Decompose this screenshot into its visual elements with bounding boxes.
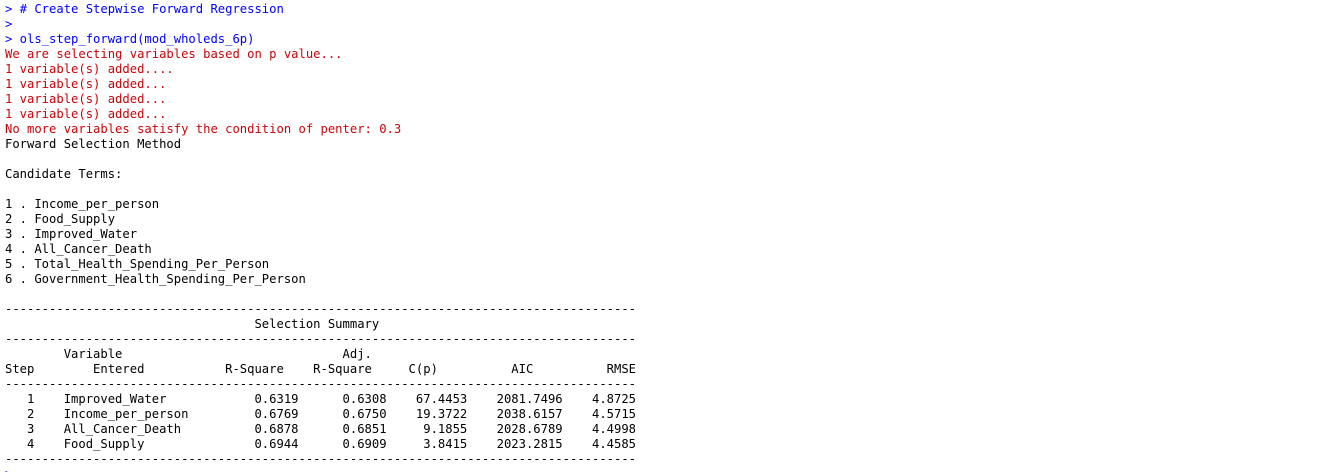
console-output-line: Step Entered R-Square R-Square C(p) AIC … bbox=[5, 362, 637, 376]
console-input-line: > ols_step_forward(mod_wholeds_6p) bbox=[5, 32, 255, 46]
console-output-line: 6 . Government_Health_Spending_Per_Perso… bbox=[5, 272, 306, 286]
console-output-line: ----------------------------------------… bbox=[5, 302, 637, 316]
console-output-line: Selection Summary bbox=[5, 317, 380, 331]
console-input-line: > bbox=[5, 17, 13, 31]
console-output-line: ----------------------------------------… bbox=[5, 452, 637, 466]
console-output-line: 4 . All_Cancer_Death bbox=[5, 242, 152, 256]
console-message-line: We are selecting variables based on p va… bbox=[5, 47, 343, 61]
console-output-line: ----------------------------------------… bbox=[5, 332, 637, 346]
console-input-line: > bbox=[5, 467, 1318, 472]
console-output-line: Forward Selection Method bbox=[5, 137, 182, 151]
console-output-line: Variable Adj. bbox=[5, 347, 372, 361]
console-message-line: 1 variable(s) added... bbox=[5, 77, 167, 91]
console-output-line: 1 . Income_per_person bbox=[5, 197, 160, 211]
console-message-line: 1 variable(s) added.... bbox=[5, 62, 174, 76]
r-console-output[interactable]: > # Create Stepwise Forward Regression > >… bbox=[5, 2, 1318, 472]
console-output-line: 4 Food_Supply 0.6944 0.6909 3.8415 2023.… bbox=[5, 437, 637, 451]
console-message-line: 1 variable(s) added... bbox=[5, 92, 167, 106]
console-output-line: 5 . Total_Health_Spending_Per_Person bbox=[5, 257, 270, 271]
console-message-line: No more variables satisfy the condition … bbox=[5, 122, 402, 136]
console-output-line: 1 Improved_Water 0.6319 0.6308 67.4453 2… bbox=[5, 392, 637, 406]
console-output-line: ----------------------------------------… bbox=[5, 377, 637, 391]
console-output-line: 3 All_Cancer_Death 0.6878 0.6851 9.1855 … bbox=[5, 422, 637, 436]
console-output-line: Candidate Terms: bbox=[5, 167, 123, 181]
console-message-line: 1 variable(s) added... bbox=[5, 107, 167, 121]
console-input-line: > # Create Stepwise Forward Regression bbox=[5, 2, 284, 16]
console-output-line: 2 . Food_Supply bbox=[5, 212, 116, 226]
console-output-line: 3 . Improved_Water bbox=[5, 227, 138, 241]
console-output-line: 2 Income_per_person 0.6769 0.6750 19.372… bbox=[5, 407, 637, 421]
